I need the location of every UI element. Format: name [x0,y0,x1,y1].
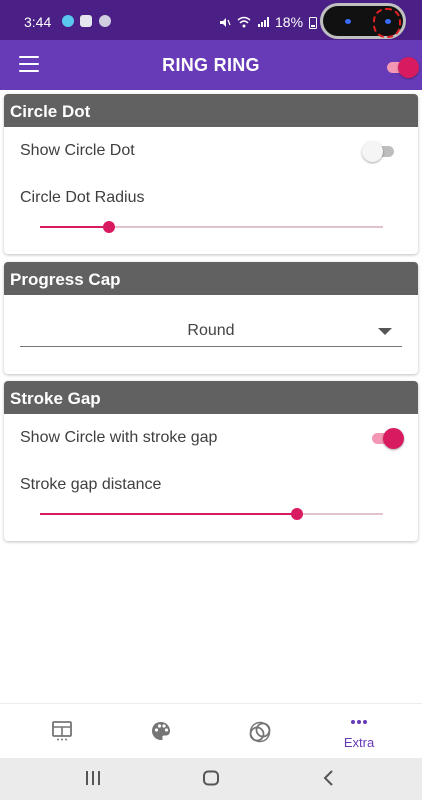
slider-thumb[interactable] [291,508,304,520]
circle-dot-radius-slider[interactable] [40,221,383,233]
circle-dot-radius-label: Circle Dot Radius [20,189,145,206]
circle-dot-card: Circle Dot Show Circle Dot Circle Dot Ra… [4,94,418,254]
mail-notification-icon [80,15,92,27]
show-stroke-gap-label: Show Circle with stroke gap [20,429,218,446]
wifi-icon [237,16,251,28]
switch-thumb [398,57,419,78]
camera-cutout [320,3,406,39]
status-time: 3:44 [24,14,52,30]
chat-notification-icon [99,15,111,27]
stroke-gap-distance-slider[interactable] [40,508,383,520]
camera-lens-icon [345,19,351,24]
progress-cap-card: Progress Cap Round [4,262,418,374]
bottom-navigation: Extra [0,703,422,758]
app-notification-icon [62,15,74,27]
nav-item-table[interactable] [12,704,112,759]
show-circle-dot-switch[interactable] [362,140,396,162]
dropdown-arrow-icon [378,328,392,335]
app-bar-toggle[interactable] [385,56,419,78]
nav-label-extra: Extra [343,735,375,750]
nav-item-palette[interactable] [111,704,211,759]
card-header: Stroke Gap [4,381,418,414]
battery-percent: 18% [275,14,304,30]
more-dots-icon [351,720,367,724]
camera-lens-icon [385,19,391,24]
app-bar: RING RING [0,40,422,90]
slider-fill [40,226,109,228]
recent-apps-icon[interactable] [84,770,102,786]
nav-item-rings[interactable] [210,704,310,759]
stroke-gap-card: Stroke Gap Show Circle with stroke gap S… [4,381,418,541]
battery-icon [309,16,318,29]
rings-icon [249,721,271,743]
switch-thumb [383,428,404,449]
slider-thumb[interactable] [102,221,115,233]
show-stroke-gap-switch[interactable] [370,427,404,449]
nav-item-extra[interactable]: Extra [309,704,409,759]
mute-icon [220,17,231,27]
signal-icon [258,17,269,27]
home-icon[interactable] [202,770,220,786]
stroke-gap-distance-label: Stroke gap distance [20,476,162,493]
back-icon[interactable] [322,770,336,786]
switch-thumb [362,141,383,162]
app-title: RING RING [162,55,260,75]
card-header: Circle Dot [4,94,418,127]
card-header: Progress Cap [4,262,418,295]
status-bar: 3:44 18% [0,0,422,40]
slider-fill [40,513,298,515]
grid-table-icon [52,721,72,741]
palette-icon [152,722,170,740]
dropdown-selected-value: Round [187,322,235,339]
system-navigation-bar [0,758,422,800]
show-circle-dot-label: Show Circle Dot [20,142,135,159]
progress-cap-dropdown[interactable]: Round [20,314,402,347]
status-indicators: 18% [218,14,318,30]
